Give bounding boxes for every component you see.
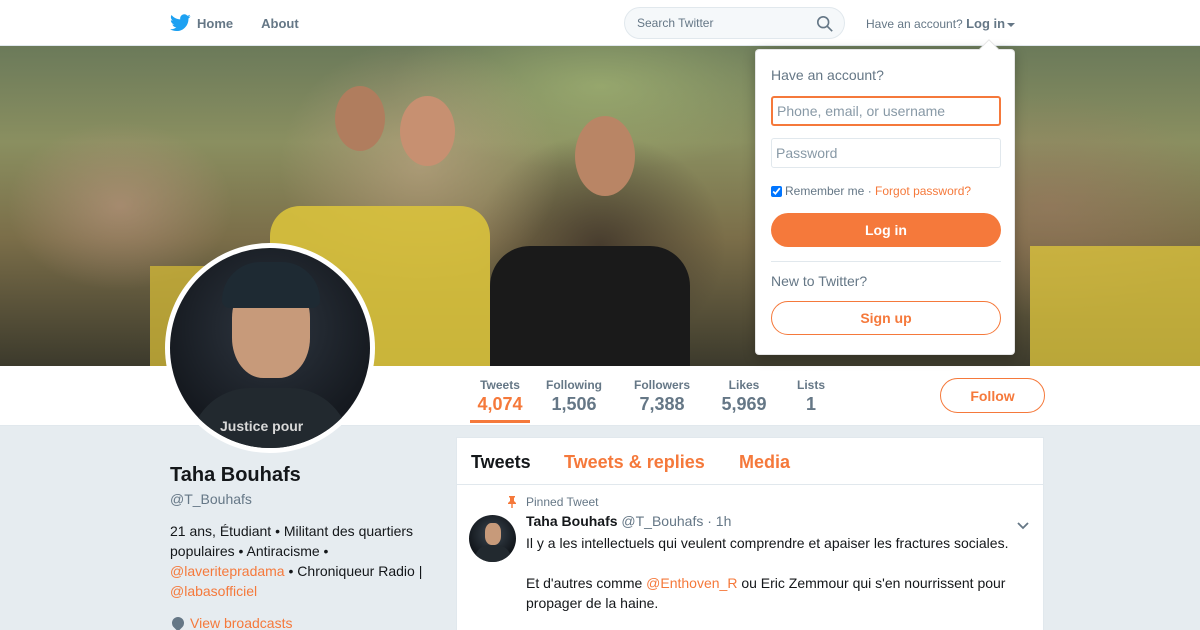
tweet-handle-time[interactable]: @T_Bouhafs · 1h <box>621 513 731 529</box>
timeline-tabs: Tweets Tweets & replies Media <box>457 438 1043 485</box>
pinned-tweet[interactable]: Pinned Tweet Taha Bouhafs @T_Bouhafs · 1… <box>457 485 1043 630</box>
stat-label: Following <box>546 378 602 392</box>
login-dropdown-toggle[interactable]: Log in <box>966 16 1005 31</box>
profile-bio: 21 ans, Étudiant • Militant des quartier… <box>170 521 430 601</box>
remember-label[interactable]: Remember me <box>785 184 864 198</box>
stat-followers[interactable]: Followers 7,388 <box>631 378 693 415</box>
stat-following[interactable]: Following 1,506 <box>544 378 604 415</box>
separator: · <box>867 184 872 198</box>
mention-link[interactable]: @Enthoven_R <box>646 575 737 591</box>
banner-shape <box>400 96 455 166</box>
location-pin-icon <box>169 614 187 630</box>
stat-tweets[interactable]: Tweets 4,074 <box>470 378 530 423</box>
remember-row: Remember me · Forgot password? <box>771 184 971 198</box>
tweet-line: Il y a les intellectuels qui veulent com… <box>526 535 1009 551</box>
stat-value: 4,074 <box>477 394 523 414</box>
tweet-avatar-head <box>485 523 501 545</box>
forgot-password-link[interactable]: Forgot password? <box>875 184 971 198</box>
stat-label: Followers <box>633 378 690 392</box>
banner-shape <box>575 116 635 196</box>
avatar-cap <box>222 262 320 308</box>
tweet-header: Taha Bouhafs @T_Bouhafs · 1h <box>526 513 731 529</box>
view-broadcasts-link[interactable]: View broadcasts <box>169 614 292 630</box>
avatar-photo: Justice pour <box>170 248 370 448</box>
stat-label: Likes <box>728 378 760 392</box>
caret-down-icon[interactable] <box>1007 22 1016 27</box>
tweet-text: Il y a les intellectuels qui veulent com… <box>526 533 1026 613</box>
password-field[interactable] <box>771 138 1001 168</box>
pin-icon <box>508 496 516 508</box>
account-prompt: Have an account? Log in <box>866 16 1016 31</box>
dropdown-title: Have an account? <box>771 67 884 83</box>
signup-button[interactable]: Sign up <box>771 301 1001 335</box>
bio-text: • Chroniqueur Radio | <box>288 563 423 579</box>
have-account-label: Have an account? <box>866 17 963 31</box>
profile-avatar[interactable]: Justice pour <box>165 243 375 453</box>
tweet-avatar-body <box>475 545 511 562</box>
bio-link[interactable]: @laveritepradama <box>170 563 285 579</box>
profile-handle[interactable]: @T_Bouhafs <box>170 491 252 507</box>
username-field[interactable] <box>771 96 1001 126</box>
timeline: Tweets Tweets & replies Media Pinned Twe… <box>456 437 1044 630</box>
pinned-label: Pinned Tweet <box>526 495 599 509</box>
nav-home-link[interactable]: Home <box>197 16 233 31</box>
tab-media[interactable]: Media <box>739 452 790 473</box>
login-button[interactable]: Log in <box>771 213 1001 247</box>
broadcasts-label[interactable]: View broadcasts <box>190 615 292 630</box>
top-nav: Home About Have an account? Log in <box>0 0 1200 46</box>
banner-shape <box>490 246 690 366</box>
search-box[interactable] <box>624 7 845 39</box>
tweet-author-name[interactable]: Taha Bouhafs <box>526 513 618 529</box>
search-input[interactable] <box>637 16 807 30</box>
stat-label: Tweets <box>480 378 520 392</box>
new-to-twitter-label: New to Twitter? <box>771 273 868 289</box>
banner-shape <box>1030 246 1200 366</box>
chevron-down-icon[interactable] <box>1017 519 1029 531</box>
login-dropdown: Have an account? Remember me · Forgot pa… <box>755 39 1015 355</box>
tweet-text-part: Et d'autres comme <box>526 575 643 591</box>
twitter-bird-icon[interactable] <box>170 14 191 32</box>
nav-about-link[interactable]: About <box>261 16 299 31</box>
bio-link[interactable]: @labasofficiel <box>170 583 257 599</box>
search-icon[interactable] <box>816 15 834 33</box>
nav-left: Home About <box>170 0 327 46</box>
stat-likes[interactable]: Likes 5,969 <box>719 378 769 415</box>
bio-text: 21 ans, Étudiant • Militant des quartier… <box>170 523 414 559</box>
profile-name[interactable]: Taha Bouhafs <box>170 464 301 487</box>
stat-value: 7,388 <box>639 394 685 414</box>
tab-tweets-replies[interactable]: Tweets & replies <box>564 452 705 473</box>
tweet-spacer <box>526 553 1026 573</box>
stat-value: 5,969 <box>721 394 767 414</box>
stat-value: 1 <box>805 394 816 414</box>
divider <box>771 261 1001 262</box>
tab-tweets[interactable]: Tweets <box>471 452 531 473</box>
banner-shape <box>335 86 385 151</box>
tweet-avatar[interactable] <box>469 515 516 562</box>
tweet-line: Et d'autres comme @Enthoven_R ou Eric Ze… <box>526 573 1026 613</box>
remember-checkbox[interactable] <box>771 186 782 197</box>
stat-value: 1,506 <box>551 394 597 414</box>
avatar-shirt-text: Justice pour <box>220 418 304 434</box>
stat-lists[interactable]: Lists 1 <box>794 378 828 415</box>
stat-label: Lists <box>796 378 825 392</box>
follow-button[interactable]: Follow <box>940 378 1045 413</box>
